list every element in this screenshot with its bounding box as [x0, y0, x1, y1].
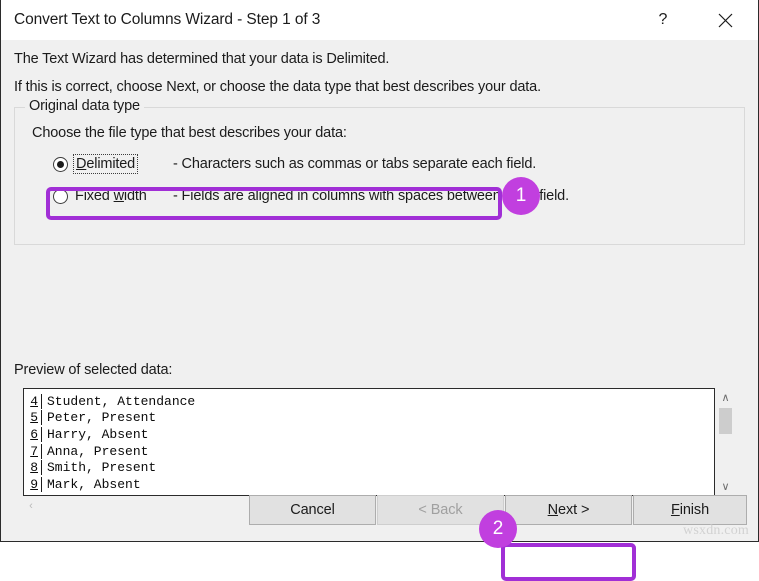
preview-row: 5 Peter, Present [24, 410, 714, 427]
dialog-footer: Cancel < Back Next > Finish [1, 483, 759, 541]
title-bar: Convert Text to Columns Wizard - Step 1 … [1, 0, 758, 40]
group-legend: Original data type [25, 98, 144, 114]
close-icon[interactable] [702, 0, 748, 40]
radio-fixed-prefix: Fixed [75, 188, 114, 204]
finish-button[interactable]: Finish [633, 495, 747, 525]
radio-option-fixed-width[interactable]: Fixed width [53, 185, 147, 207]
radio-delimited-rest: elimited [86, 156, 136, 172]
dialog-title: Convert Text to Columns Wizard - Step 1 … [14, 10, 321, 28]
radio-fixed-accel: w [113, 188, 124, 204]
next-rest: ext > [558, 502, 590, 518]
preview-row-text: Harry, Absent [47, 426, 149, 442]
next-button[interactable]: Next > [505, 495, 632, 525]
radio-delimited-accel: D [76, 156, 87, 172]
close-glyph [718, 13, 732, 27]
preview-row: 6 Harry, Absent [24, 426, 714, 443]
radio-option-delimited[interactable]: Delimited [53, 153, 139, 175]
watermark: wsxdn.com [683, 523, 749, 538]
preview-row-text: Smith, Present [47, 460, 157, 476]
radio-fixed-width-mark[interactable] [53, 188, 68, 204]
preview-row-number: 5 [24, 410, 42, 426]
preview-row-text: Peter, Present [47, 410, 157, 426]
highlight-box-next [501, 543, 636, 581]
preview-label: Preview of selected data: [14, 362, 173, 378]
original-data-type-group: Original data type Choose the file type … [14, 98, 745, 245]
radio-delimited-description: - Characters such as commas or tabs sepa… [173, 156, 537, 172]
dialog-body: The Text Wizard has determined that your… [1, 40, 759, 581]
intro-line-1: The Text Wizard has determined that your… [14, 51, 390, 67]
choose-file-type-label: Choose the file type that best describes… [32, 125, 347, 141]
radio-delimited-label: Delimited [72, 154, 139, 174]
callout-badge-1: 1 [502, 177, 540, 215]
finish-rest: inish [679, 502, 710, 518]
help-icon[interactable]: ? [640, 0, 686, 40]
preview-row-number: 6 [24, 426, 42, 442]
preview-vertical-scrollbar[interactable]: ∧ ∨ [716, 388, 735, 496]
preview-row: 8 Smith, Present [24, 459, 714, 476]
preview-row: 7 Anna, Present [24, 443, 714, 460]
radio-fixed-width-label: Fixed width [75, 188, 147, 204]
next-accel: N [547, 502, 559, 518]
radio-fixed-rest: idth [123, 188, 147, 204]
finish-accel: F [670, 502, 680, 518]
text-to-columns-dialog: Convert Text to Columns Wizard - Step 1 … [0, 0, 759, 581]
callout-badge-2: 2 [479, 510, 517, 548]
preview-row-text: Anna, Present [47, 443, 149, 459]
radio-delimited-mark[interactable] [53, 156, 68, 172]
vertical-scroll-thumb[interactable] [719, 408, 732, 434]
help-glyph: ? [658, 11, 668, 28]
preview-data-box[interactable]: 4 Student, Attendance 5 Peter, Present 6 Harr… [23, 388, 715, 496]
preview-row-number: 4 [24, 393, 42, 409]
preview-row-number: 8 [24, 460, 42, 476]
intro-line-2: If this is correct, choose Next, or choo… [14, 79, 541, 95]
preview-row: 4 Student, Attendance [24, 393, 714, 410]
cancel-button[interactable]: Cancel [249, 495, 376, 525]
scroll-up-icon[interactable]: ∧ [716, 388, 735, 407]
preview-row-text: Student, Attendance [47, 393, 196, 409]
preview-rows: 4 Student, Attendance 5 Peter, Present 6 Harr… [24, 389, 714, 493]
preview-row-number: 7 [24, 443, 42, 459]
